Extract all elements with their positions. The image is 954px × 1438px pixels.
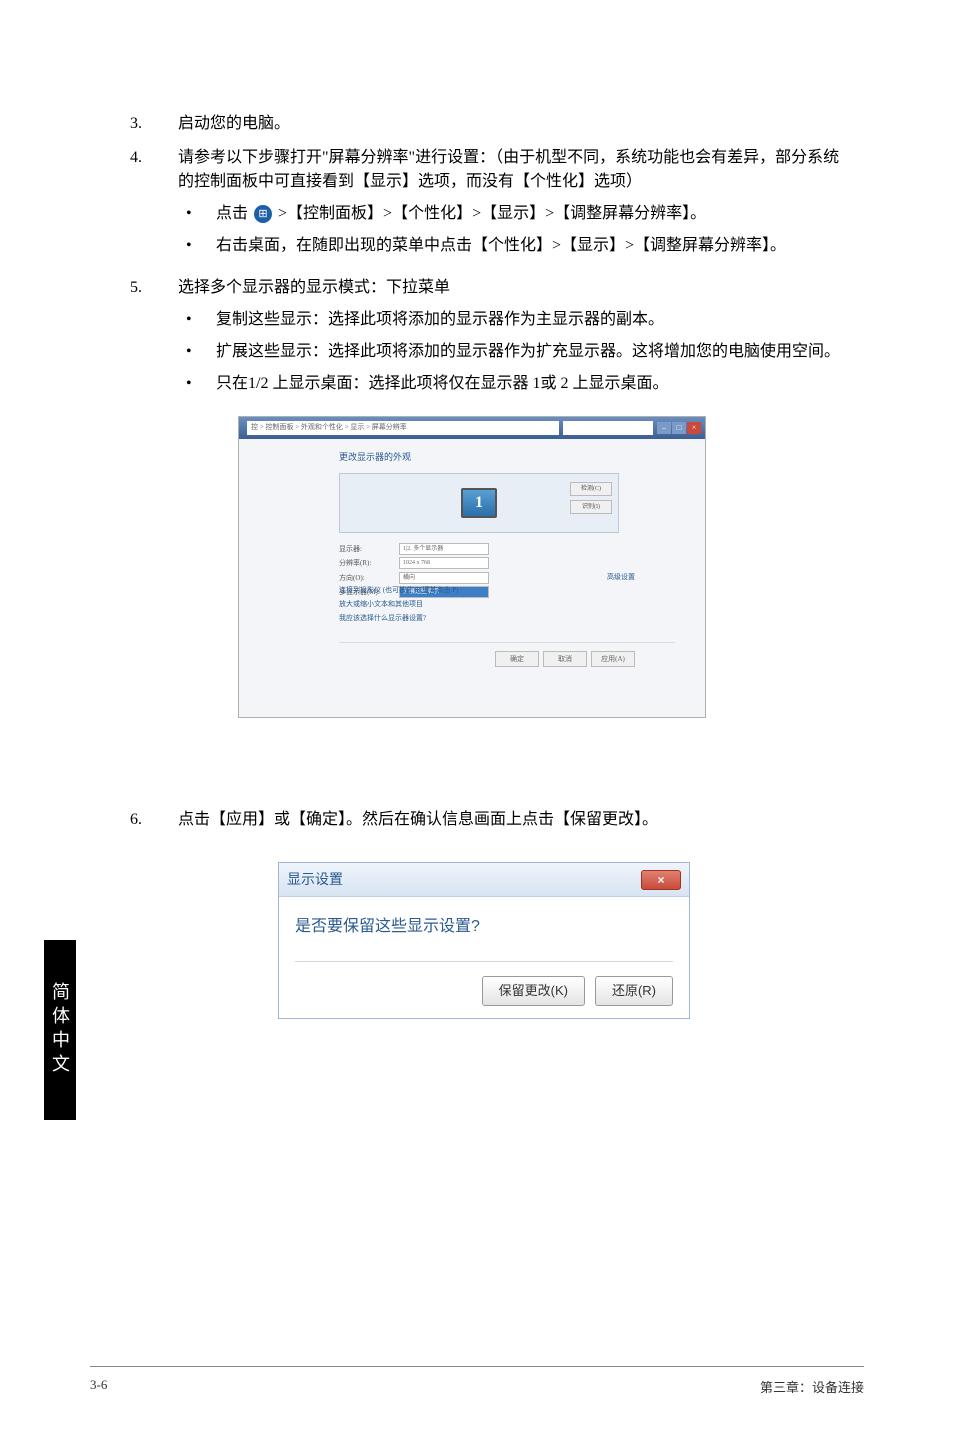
breadcrumb-bar[interactable]: 控 > 控制面板 > 外观和个性化 > 显示 > 屏幕分辨率 bbox=[247, 421, 559, 435]
dialog-titlebar: 显示设置 × bbox=[279, 863, 689, 897]
step-text: 选择多个显示器的显示模式：下拉菜单 bbox=[178, 279, 450, 296]
label: 方向(O): bbox=[339, 572, 399, 585]
cancel-button[interactable]: 取消 bbox=[543, 651, 587, 667]
step-num: 3. bbox=[130, 112, 178, 136]
label: 分辨率(R): bbox=[339, 557, 399, 570]
steps-list: 3. 启动您的电脑。 4. 请参考以下步骤打开"屏幕分辨率"进行设置：（由于机型… bbox=[130, 112, 850, 1019]
sub-item: 复制这些显示：选择此项将添加的显示器作为主显示器的副本。 bbox=[178, 308, 850, 332]
row-display: 显示器: 1|2. 多个显示器 bbox=[339, 543, 675, 556]
help-link[interactable]: 我应该选择什么显示器设置? bbox=[339, 612, 675, 625]
page-number: 3-6 bbox=[90, 1377, 107, 1396]
maximize-button[interactable]: □ bbox=[672, 422, 686, 434]
step-5: 5. 选择多个显示器的显示模式：下拉菜单 复制这些显示：选择此项将添加的显示器作… bbox=[130, 276, 850, 718]
chapter-label: 第三章：设备连接 bbox=[760, 1377, 864, 1396]
sub-text: 点击 ⊞ >【控制面板】>【个性化】>【显示】>【调整屏幕分辨率】。 bbox=[216, 202, 706, 226]
step-body: 选择多个显示器的显示模式：下拉菜单 复制这些显示：选择此项将添加的显示器作为主显… bbox=[178, 276, 850, 718]
dialog-body: 是否要保留这些显示设置? 保留更改(K) 还原(R) bbox=[279, 897, 689, 1018]
monitor-icon[interactable]: 1 bbox=[461, 488, 497, 518]
preview-buttons: 检测(C) 识别(I) bbox=[570, 482, 612, 514]
step-body: 请参考以下步骤打开"屏幕分辨率"进行设置：（由于机型不同，系统功能也会有差异，部… bbox=[178, 146, 850, 266]
apply-button[interactable]: 应用(A) bbox=[591, 651, 635, 667]
dialog-title: 显示设置 bbox=[287, 869, 343, 890]
step-4: 4. 请参考以下步骤打开"屏幕分辨率"进行设置：（由于机型不同，系统功能也会有差… bbox=[130, 146, 850, 266]
identify-button[interactable]: 识别(I) bbox=[570, 500, 612, 514]
sub-text: 右击桌面，在随即出现的菜单中点击【个性化】>【显示】>【调整屏幕分辨率】。 bbox=[216, 234, 786, 258]
step-body: 点击【应用】或【确定】。然后在确认信息画面上点击【保留更改】。 显示设置 × 是… bbox=[178, 808, 850, 1019]
close-button[interactable]: × bbox=[687, 422, 701, 434]
window-titlebar: 控 > 控制面板 > 外观和个性化 > 显示 > 屏幕分辨率 – □ × bbox=[239, 417, 705, 439]
keep-changes-button[interactable]: 保留更改(K) bbox=[482, 976, 585, 1006]
dialog-body: 更改显示器的外观 1 检测(C) 识别(I) 显示器: 1|2. 多个显示器 bbox=[239, 439, 705, 677]
revert-button[interactable]: 还原(R) bbox=[595, 976, 673, 1006]
row-resolution: 分辨率(R): 1024 x 768 bbox=[339, 557, 675, 570]
sub-text: 复制这些显示：选择此项将添加的显示器作为主显示器的副本。 bbox=[216, 308, 664, 332]
dropdown[interactable]: 横向 bbox=[399, 572, 489, 584]
sub-item: 右击桌面，在随即出现的菜单中点击【个性化】>【显示】>【调整屏幕分辨率】。 bbox=[178, 234, 850, 258]
sub-list: 复制这些显示：选择此项将添加的显示器作为主显示器的副本。 扩展这些显示：选择此项… bbox=[178, 308, 850, 396]
sub-text: 只在1/2 上显示桌面：选择此项将仅在显示器 1或 2 上显示桌面。 bbox=[216, 372, 668, 396]
sub-text: 扩展这些显示：选择此项将添加的显示器作为扩充显示器。这将增加您的电脑使用空间。 bbox=[216, 340, 840, 364]
page-content: 3. 启动您的电脑。 4. 请参考以下步骤打开"屏幕分辨率"进行设置：（由于机型… bbox=[130, 112, 850, 1029]
dropdown[interactable]: 1|2. 多个显示器 bbox=[399, 543, 489, 555]
confirm-question: 是否要保留这些显示设置? bbox=[295, 915, 673, 962]
language-tab: 简体中文 bbox=[44, 940, 76, 1120]
dialog-heading: 更改显示器的外观 bbox=[339, 451, 675, 465]
search-box[interactable] bbox=[563, 421, 653, 435]
step-3: 3. 启动您的电脑。 bbox=[130, 112, 850, 136]
step-text: 点击【应用】或【确定】。然后在确认信息画面上点击【保留更改】。 bbox=[178, 811, 658, 828]
label: 显示器: bbox=[339, 543, 399, 556]
dialog-footer: 确定 取消 应用(A) bbox=[339, 642, 675, 667]
window-controls: – □ × bbox=[657, 422, 701, 434]
step-6: 6. 点击【应用】或【确定】。然后在确认信息画面上点击【保留更改】。 显示设置 … bbox=[130, 808, 850, 1019]
windows-start-icon: ⊞ bbox=[254, 205, 272, 223]
settings-rows: 显示器: 1|2. 多个显示器 分辨率(R): 1024 x 768 方向(O)… bbox=[339, 543, 675, 625]
monitor-preview: 1 检测(C) 识别(I) bbox=[339, 473, 619, 533]
step-num: 5. bbox=[130, 276, 178, 300]
sub-item: 只在1/2 上显示桌面：选择此项将仅在显示器 1或 2 上显示桌面。 bbox=[178, 372, 850, 396]
dialog-buttons: 保留更改(K) 还原(R) bbox=[295, 962, 673, 1006]
textsize-link[interactable]: 放大或缩小文本和其他项目 bbox=[339, 598, 675, 611]
sub-list: 点击 ⊞ >【控制面板】>【个性化】>【显示】>【调整屏幕分辨率】。 右击桌面，… bbox=[178, 202, 850, 258]
sub-item: 点击 ⊞ >【控制面板】>【个性化】>【显示】>【调整屏幕分辨率】。 bbox=[178, 202, 850, 226]
sub-item: 扩展这些显示：选择此项将添加的显示器作为扩充显示器。这将增加您的电脑使用空间。 bbox=[178, 340, 850, 364]
step-num: 6. bbox=[130, 808, 178, 832]
page-footer: 3-6 第三章：设备连接 bbox=[90, 1366, 864, 1396]
dropdown[interactable]: 1024 x 768 bbox=[399, 557, 489, 569]
detect-button[interactable]: 检测(C) bbox=[570, 482, 612, 496]
screenshot-resolution-dialog: 控 > 控制面板 > 外观和个性化 > 显示 > 屏幕分辨率 – □ × 更改显… bbox=[238, 416, 706, 718]
ok-button[interactable]: 确定 bbox=[495, 651, 539, 667]
step-num: 4. bbox=[130, 146, 178, 170]
minimize-button[interactable]: – bbox=[657, 422, 671, 434]
projector-link[interactable]: 连接到投影仪 (也可按住 ⊞ 键并点击 P) bbox=[339, 584, 675, 597]
step-text: 请参考以下步骤打开"屏幕分辨率"进行设置：（由于机型不同，系统功能也会有差异，部… bbox=[178, 149, 839, 190]
screenshot-confirm-dialog: 显示设置 × 是否要保留这些显示设置? 保留更改(K) 还原(R) bbox=[278, 862, 690, 1019]
step-body: 启动您的电脑。 bbox=[178, 112, 850, 136]
close-button[interactable]: × bbox=[641, 870, 681, 890]
